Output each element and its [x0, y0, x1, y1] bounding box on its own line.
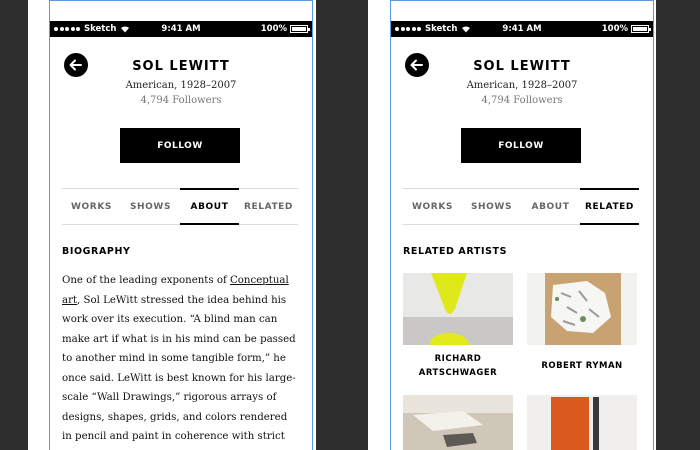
artist-followers: 4,794 Followers [481, 95, 563, 106]
tab-works[interactable]: WORKS [62, 188, 121, 225]
artwork-image [527, 273, 637, 345]
artist-nationality-dates: American, 1928–2007 [466, 80, 578, 91]
status-bar: Sketch 9:41 AM 100% [50, 21, 312, 37]
status-bar: Sketch 9:41 AM 100% [391, 21, 653, 37]
bio-text-start: One of the leading exponents of [62, 275, 230, 286]
related-artist-name-line1: ROBERT RYMAN [541, 361, 623, 371]
tab-about[interactable]: ABOUT [521, 188, 580, 225]
tab-works[interactable]: WORKS [403, 188, 462, 225]
related-artist-thumbnail-ryman[interactable] [527, 273, 637, 345]
related-artist-name-line1: RICHARD [434, 354, 482, 364]
related-artist-name[interactable]: RICHARD ARTSCHWAGER [403, 352, 513, 380]
tab-shows[interactable]: SHOWS [121, 188, 180, 225]
artist-followers: 4,794 Followers [140, 95, 222, 106]
follow-button[interactable]: FOLLOW [461, 128, 581, 163]
tab-about[interactable]: ABOUT [180, 188, 239, 225]
phone-screen-related: Sketch 9:41 AM 100% SOL LEWITT American,… [391, 0, 653, 450]
battery-percent: 100% [260, 24, 287, 34]
related-artist-thumbnail-artschwager[interactable] [403, 273, 513, 345]
artboard-right: Sketch 9:41 AM 100% SOL LEWITT American,… [368, 0, 656, 450]
phone-screen-about: Sketch 9:41 AM 100% SOL LEWITT American,… [50, 0, 312, 450]
tab-shows[interactable]: SHOWS [462, 188, 521, 225]
tab-bar: WORKS SHOWS ABOUT RELATED [403, 188, 639, 225]
artist-nationality-dates: American, 1928–2007 [125, 80, 237, 91]
battery-percent: 100% [601, 24, 628, 34]
tab-bar: WORKS SHOWS ABOUT RELATED [62, 188, 298, 225]
section-title: BIOGRAPHY [62, 246, 131, 257]
artwork-image [527, 395, 637, 450]
tab-related[interactable]: RELATED [580, 188, 639, 225]
related-artist-thumbnail[interactable] [527, 395, 637, 450]
battery-icon [290, 25, 310, 33]
related-artist-name[interactable]: ROBERT RYMAN [527, 359, 637, 373]
bio-text-rest: , Sol LeWitt stressed the idea behind hi… [62, 294, 296, 443]
section-title: RELATED ARTISTS [403, 246, 508, 257]
related-artist-thumbnail[interactable] [403, 395, 513, 450]
artist-name: SOL LEWITT [132, 59, 230, 74]
artwork-image [403, 395, 513, 450]
artwork-image [403, 273, 513, 345]
tab-related[interactable]: RELATED [239, 188, 298, 225]
follow-button[interactable]: FOLLOW [120, 128, 240, 163]
biography-text: One of the leading exponents of Conceptu… [62, 271, 300, 450]
artist-name: SOL LEWITT [473, 59, 571, 74]
battery-icon [631, 25, 651, 33]
related-artist-name-line2: ARTSCHWAGER [418, 368, 498, 378]
artboard-left: Sketch 9:41 AM 100% SOL LEWITT American,… [28, 0, 316, 450]
